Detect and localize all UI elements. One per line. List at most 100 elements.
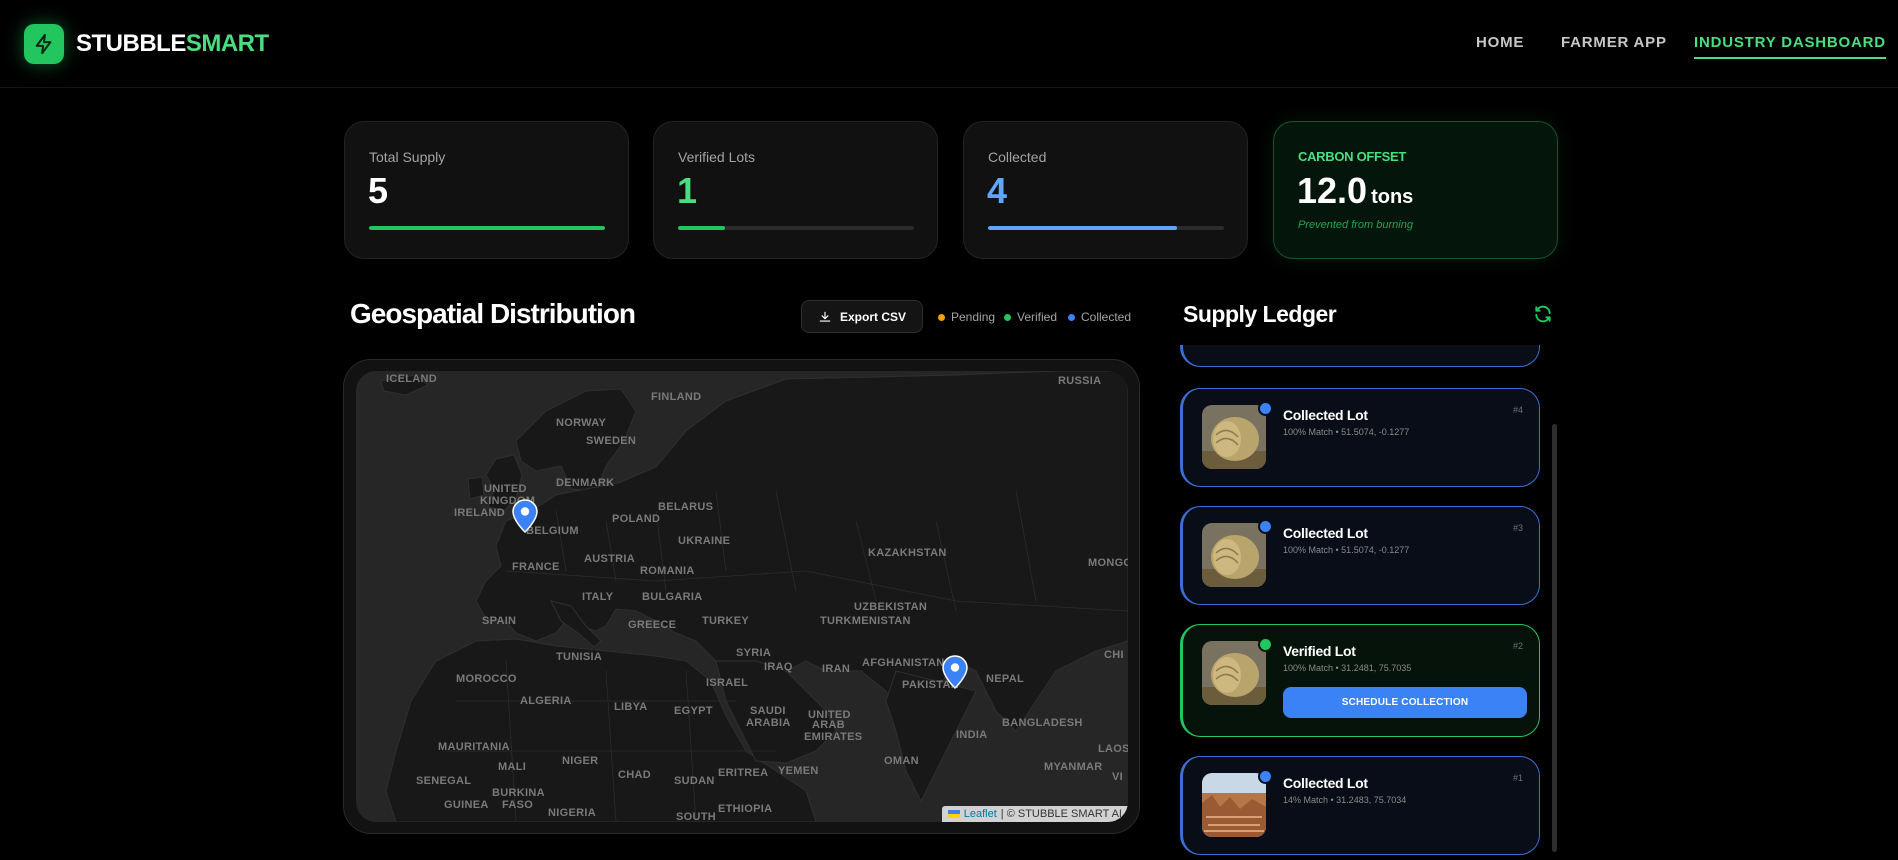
top-navbar: STUBBLESMART HOME FARMER APP INDUSTRY DA…	[0, 0, 1898, 88]
stat-card-collected: Collected 4	[963, 121, 1248, 259]
map-label: EGYPT	[674, 705, 713, 717]
ledger-card-number: #2	[1512, 641, 1523, 651]
map-label: BELARUS	[658, 501, 714, 513]
map-label: OMAN	[884, 755, 919, 767]
ukraine-flag-icon	[947, 810, 960, 818]
map-label: ICELAND	[386, 373, 437, 385]
hay-bale-thumbnail	[1202, 523, 1266, 587]
map-label: IRAN	[822, 663, 851, 675]
map-label: SPAIN	[482, 615, 517, 627]
map-label: BURKINA	[492, 787, 545, 799]
map-label: GREECE	[628, 619, 677, 631]
map-label: UKRAINE	[678, 535, 731, 547]
ledger-card-number: #1	[1512, 773, 1523, 783]
map-label: ROMANIA	[640, 565, 695, 577]
map-attribution: Leaflet | © STUBBLE SMART AI	[941, 806, 1128, 822]
ledger-card-title: Verified Lot	[1283, 643, 1356, 659]
map-label: SWEDEN	[586, 435, 637, 447]
ledger-scrollbar[interactable]	[1552, 424, 1557, 852]
stat-value: 5	[368, 170, 389, 211]
map-label: AUSTRIA	[584, 553, 635, 565]
map-label: INDIA	[956, 729, 988, 741]
ledger-card-number: #3	[1512, 523, 1523, 533]
legend-dot	[938, 313, 945, 321]
ledger-card-title: Collected Lot	[1283, 525, 1368, 541]
stat-label: Total Supply	[369, 149, 446, 165]
map-label: DENMARK	[556, 477, 615, 489]
map-label: MAURITANIA	[438, 741, 510, 753]
attribution-text: | © STUBBLE SMART AI	[1000, 808, 1122, 820]
stat-progress-fill	[369, 226, 605, 230]
leaflet-link[interactable]: Leaflet	[964, 808, 997, 820]
stat-card-carbon-offset: CARBON OFFSET 12.0 tons Prevented from bu…	[1273, 121, 1558, 259]
map-label: FRANCE	[512, 561, 560, 573]
download-icon	[819, 311, 831, 322]
stat-progress-fill	[678, 226, 726, 230]
ledger-card-verified[interactable]: Verified Lot 100% Match • 31.2481, 75.70…	[1180, 624, 1540, 737]
legend-verified: Verified	[1004, 310, 1057, 324]
map-pin-icon	[512, 499, 538, 534]
map-label: LAOS	[1098, 743, 1128, 755]
status-dot	[1258, 769, 1273, 784]
hay-bale-thumbnail	[1202, 405, 1266, 469]
stat-progress-bar	[678, 226, 914, 230]
ledger-card-meta: 100% Match • 31.2481, 75.7035	[1283, 663, 1412, 673]
map-label: NORWAY	[556, 417, 607, 429]
map-label: POLAND	[612, 513, 661, 525]
map-label: SENEGAL	[416, 775, 472, 787]
stat-label: Verified Lots	[678, 149, 756, 165]
map-label: LIBYA	[614, 701, 648, 713]
map-label: SOUTH	[676, 811, 716, 822]
map-label: SYRIA	[736, 647, 772, 659]
lightning-logo-icon[interactable]	[24, 24, 64, 64]
legend-label: Collected	[1081, 310, 1132, 324]
stat-label: CARBON OFFSET	[1298, 149, 1407, 164]
map-label: NIGER	[562, 755, 599, 767]
map-label: BANGLADESH	[1002, 717, 1083, 729]
legend-label: Pending	[951, 310, 996, 324]
stat-progress-bar	[988, 226, 1224, 230]
stat-value: 4	[987, 170, 1008, 211]
map-label: RUSSIA	[1058, 375, 1102, 387]
map-label: SAUDI	[750, 705, 786, 717]
map-label: ISRAEL	[706, 677, 749, 689]
brand-part-stubble: STUBBLE	[76, 30, 186, 57]
ledger-list[interactable]: Collected Lot 100% Match • 51.5074, -0.1…	[1174, 345, 1564, 860]
brand-part-smart: SMART	[185, 30, 269, 57]
export-csv-label: Export CSV	[839, 309, 906, 324]
brand-name[interactable]: STUBBLESMART	[76, 30, 269, 58]
ledger-card-number: #4	[1512, 405, 1523, 415]
refresh-icon[interactable]	[1533, 304, 1553, 329]
map-marker-uk[interactable]	[512, 499, 538, 538]
map-label: ARAB	[812, 719, 845, 731]
carbon-unit: tons	[1371, 186, 1414, 208]
ledger-card-meta: 14% Match • 31.2483, 75.7034	[1283, 795, 1407, 805]
ledger-card[interactable]: Collected Lot 14% Match • 31.2483, 75.70…	[1180, 756, 1540, 855]
map-label: TURKEY	[702, 615, 750, 627]
map-label: TUNISIA	[556, 651, 603, 663]
map-label: MOROCCO	[456, 673, 517, 685]
map-label: ETHIOPIA	[718, 803, 773, 815]
map-label: AFGHANISTAN	[862, 657, 945, 669]
nav-home[interactable]: HOME	[1476, 34, 1524, 51]
export-csv-button[interactable]: Export CSV	[801, 300, 923, 333]
stat-progress-fill	[988, 226, 1177, 230]
stat-label: Collected	[988, 149, 1047, 165]
ledger-card-partial[interactable]	[1180, 345, 1540, 367]
nav-industry-dashboard[interactable]: INDUSTRY DASHBOARD	[1694, 34, 1886, 59]
status-dot	[1258, 637, 1273, 652]
ledger-card[interactable]: Collected Lot 100% Match • 51.5074, -0.1…	[1180, 506, 1540, 605]
map-label: ARABIA	[746, 717, 791, 729]
map-marker-punjab[interactable]	[942, 655, 968, 694]
schedule-collection-button[interactable]: SCHEDULE COLLECTION	[1283, 687, 1527, 718]
ledger-card-meta: 100% Match • 51.5074, -0.1277	[1283, 427, 1410, 437]
map-label: NEPAL	[986, 673, 1024, 685]
ledger-card[interactable]: Collected Lot 100% Match • 51.5074, -0.1…	[1180, 388, 1540, 487]
map-label: MONGO	[1088, 557, 1128, 569]
legend-dot	[1068, 313, 1075, 321]
map-view[interactable]: ICELAND FINLAND RUSSIA NORWAY SWEDEN DEN…	[356, 371, 1128, 822]
map-label: SUDAN	[674, 775, 715, 787]
map-label: VI	[1112, 771, 1123, 783]
ledger-card-title: Collected Lot	[1283, 407, 1368, 423]
nav-farmer-app[interactable]: FARMER APP	[1561, 34, 1667, 51]
